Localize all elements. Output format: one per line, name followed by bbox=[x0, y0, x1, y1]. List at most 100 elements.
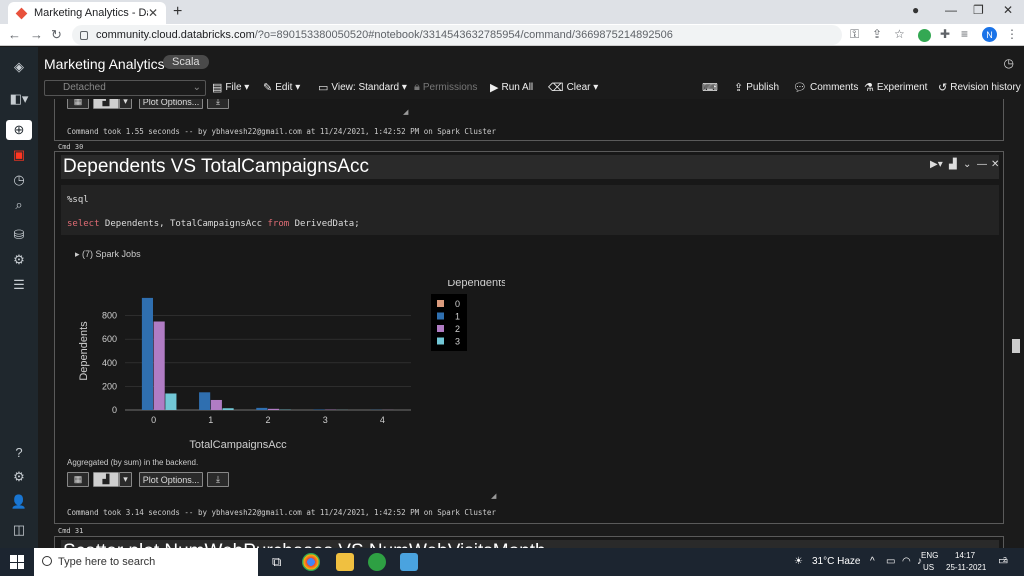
keyboard-shortcuts-button[interactable]: ⌨ bbox=[702, 81, 721, 94]
cell-menu-chevron-icon[interactable]: ⌄ bbox=[963, 159, 971, 170]
download-icon[interactable]: ⤓ bbox=[207, 99, 229, 109]
collapse-sidebar-icon[interactable]: ◫ bbox=[8, 520, 30, 540]
file-explorer-icon[interactable] bbox=[336, 553, 354, 571]
comments-button[interactable]: 💬︎ Comments bbox=[793, 81, 858, 94]
settings-gear-icon[interactable]: ⚙ bbox=[8, 467, 30, 487]
file-menu[interactable]: ▤ File ▾ bbox=[212, 81, 249, 94]
view-menu[interactable]: ▭ View: Standard ▾ bbox=[318, 81, 407, 94]
weather-text[interactable]: 31°C Haze bbox=[812, 556, 860, 567]
key-icon[interactable]: ⚿ bbox=[850, 27, 859, 42]
run-cell-icon[interactable]: ▶▾ bbox=[930, 159, 943, 170]
extensions-puzzle-icon[interactable]: ✚ bbox=[940, 27, 950, 41]
browser-menu-icon[interactable]: ⋮ bbox=[1006, 27, 1018, 41]
task-view-icon[interactable]: ⧉ bbox=[272, 554, 281, 570]
language-badge[interactable]: Scala bbox=[163, 55, 209, 69]
clear-menu[interactable]: ⌫ Clear ▾ bbox=[548, 81, 598, 94]
chart-view-button[interactable]: ▟ bbox=[93, 99, 119, 109]
bookmark-star-icon[interactable]: ☆ bbox=[894, 27, 905, 41]
jobs-icon[interactable]: ☰ bbox=[8, 275, 30, 295]
permissions-button[interactable]: 🔒︎ Permissions bbox=[414, 81, 477, 94]
bar bbox=[141, 297, 153, 410]
url-bar[interactable]: community.cloud.databricks.com /?o=89015… bbox=[72, 25, 842, 45]
prev-cell[interactable]: ▦ ▟ ▾ Plot Options... ⤓ ◢ Command took 1… bbox=[54, 99, 1004, 141]
table-view-button[interactable]: ▦ bbox=[67, 472, 89, 487]
command-took-text: Command took 3.14 seconds -- by ybhavesh… bbox=[67, 508, 496, 517]
resize-handle-icon[interactable]: ◢ bbox=[491, 492, 496, 500]
resize-handle-icon[interactable]: ◢ bbox=[403, 108, 408, 116]
tray-chevron-icon[interactable]: ^ bbox=[870, 556, 875, 567]
table-view-button[interactable]: ▦ bbox=[67, 99, 89, 109]
grammarly-extension-icon[interactable] bbox=[918, 29, 931, 42]
user-icon[interactable]: 👤 bbox=[8, 492, 30, 512]
run-all-button[interactable]: ▶ Run All bbox=[490, 81, 533, 94]
workspace-icon[interactable]: ▣ bbox=[8, 145, 30, 165]
plot-options-button[interactable]: Plot Options... bbox=[139, 99, 203, 109]
tab-search-icon[interactable]: ● bbox=[912, 3, 919, 17]
view-icon: ▭ bbox=[318, 82, 329, 94]
help-icon[interactable]: ? bbox=[8, 442, 30, 462]
battery-icon[interactable]: ▭ bbox=[886, 556, 895, 567]
publish-icon: ⇪ bbox=[734, 82, 744, 94]
revision-history-button[interactable]: ↺ Revision history bbox=[938, 81, 1021, 94]
x-tick-label: 0 bbox=[151, 415, 156, 425]
notepad-taskbar-icon[interactable] bbox=[400, 553, 418, 571]
reading-list-icon[interactable]: ≡ bbox=[961, 27, 968, 41]
schedule-clock-icon[interactable]: ◷ bbox=[1004, 56, 1014, 70]
notebook-title[interactable]: Marketing Analytics bbox=[44, 56, 165, 72]
persona-switcher-icon[interactable]: ◧▾ bbox=[8, 89, 30, 109]
download-icon[interactable]: ⤓ bbox=[207, 472, 229, 487]
chevron-down-icon: ⌄ bbox=[192, 82, 201, 93]
search-icon[interactable]: ⌕ bbox=[8, 195, 30, 215]
legend-label: 3 bbox=[455, 337, 460, 347]
share-icon[interactable]: ⇪ bbox=[872, 27, 882, 41]
plot-options-button[interactable]: Plot Options... bbox=[139, 472, 203, 487]
app-taskbar-icon[interactable] bbox=[368, 553, 386, 571]
data-icon[interactable]: ⛁ bbox=[8, 225, 30, 245]
clock-date: 25-11-2021 bbox=[946, 563, 987, 572]
new-tab-icon[interactable]: + bbox=[173, 3, 182, 21]
chart-view-button[interactable]: ▟ bbox=[93, 472, 119, 487]
lock-icon bbox=[80, 30, 88, 40]
minimize-cell-icon[interactable]: — bbox=[977, 159, 987, 170]
forward-icon[interactable]: → bbox=[30, 27, 43, 42]
reload-icon[interactable]: ↻ bbox=[51, 27, 62, 43]
chart-type-dropdown[interactable]: ▾ bbox=[119, 472, 132, 487]
profile-avatar[interactable]: N bbox=[982, 27, 997, 42]
recents-clock-icon[interactable]: ◷ bbox=[8, 170, 30, 190]
databricks-logo-icon[interactable]: ◈ bbox=[8, 57, 30, 77]
legend-swatch bbox=[437, 312, 444, 320]
minimize-icon[interactable]: — bbox=[945, 3, 957, 17]
next-cell[interactable]: Scatter plot NumWebPurchases VS NumWebVi… bbox=[54, 536, 1004, 548]
delete-cell-icon[interactable]: ✕ bbox=[991, 159, 999, 170]
maximize-icon[interactable]: ❐ bbox=[973, 3, 984, 17]
browser-tab[interactable]: Marketing Analytics - Databricks ✕ bbox=[8, 2, 166, 24]
create-icon[interactable]: ⊕ bbox=[6, 120, 32, 140]
cmd-label-next: Cmd 31 bbox=[58, 527, 84, 535]
experiment-button[interactable]: ⚗ Experiment bbox=[864, 81, 927, 94]
compute-icon[interactable]: ⚙ bbox=[8, 250, 30, 270]
back-icon[interactable]: ← bbox=[8, 27, 21, 42]
publish-button[interactable]: ⇪ Publish bbox=[734, 81, 779, 94]
code-editor[interactable]: %sql select Dependents, TotalCampaignsAc… bbox=[61, 185, 999, 235]
edit-menu[interactable]: ✎ Edit ▾ bbox=[263, 81, 300, 94]
page-scrollbar[interactable] bbox=[1008, 99, 1024, 548]
spark-jobs-toggle[interactable]: ▸ (7) Spark Jobs bbox=[75, 249, 141, 260]
cluster-dropdown[interactable]: Detached ⌄ bbox=[44, 80, 206, 96]
close-tab-icon[interactable]: ✕ bbox=[148, 6, 158, 20]
chart-type-dropdown[interactable]: ▾ bbox=[119, 99, 132, 109]
language-line1[interactable]: ENG bbox=[921, 551, 938, 560]
close-window-icon[interactable]: ✕ bbox=[1003, 3, 1013, 17]
chart-menu-icon[interactable]: ▟ bbox=[949, 159, 957, 170]
windows-start-icon[interactable] bbox=[10, 555, 24, 569]
chrome-taskbar-icon[interactable] bbox=[302, 553, 320, 571]
notebook-cell[interactable]: Dependents VS TotalCampaignsAcc ▶▾ ▟ ⌄ —… bbox=[54, 151, 1004, 524]
scrollbar-thumb[interactable] bbox=[1012, 339, 1020, 353]
file-icon: ▤ bbox=[212, 82, 223, 94]
wifi-icon[interactable]: ◠ bbox=[902, 556, 911, 567]
y-tick-label: 600 bbox=[102, 334, 117, 344]
aggregated-note: Aggregated (by sum) in the backend. bbox=[67, 458, 199, 467]
clock-time[interactable]: 14:17 bbox=[955, 551, 975, 560]
legend-swatch bbox=[437, 325, 444, 332]
taskbar-search[interactable]: Type here to search bbox=[34, 548, 258, 576]
weather-sun-icon[interactable]: ☀ bbox=[794, 556, 803, 567]
